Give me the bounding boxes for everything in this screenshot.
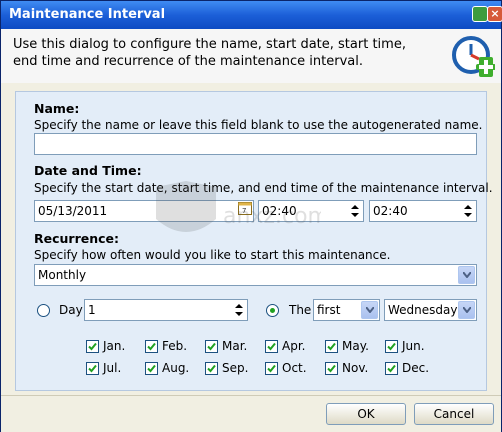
checkbox-mar[interactable] [205, 340, 218, 353]
month-label-feb: Feb. [162, 339, 188, 353]
recurrence-selected-value: Monthly [38, 268, 87, 282]
month-label-oct: Oct. [282, 361, 307, 375]
recurrence-dropdown[interactable]: Monthly [34, 264, 477, 286]
month-label-dec: Dec. [402, 361, 430, 375]
day-spinner-icon[interactable] [233, 302, 245, 318]
end-time-field[interactable]: 02:40 [369, 200, 477, 222]
checkbox-nov[interactable] [325, 362, 338, 375]
checkbox-jan[interactable] [86, 340, 99, 353]
month-label-jul: Jul. [103, 361, 122, 375]
day-number-field[interactable]: 1 [84, 299, 248, 321]
dialog-footer: OK Cancel [1, 395, 501, 432]
ok-button[interactable]: OK [326, 403, 406, 425]
watermark-logo: anxz.com [156, 181, 321, 232]
month-label-mar: Mar. [222, 339, 248, 353]
dialog-header: Use this dialog to configure the name, s… [1, 29, 501, 83]
start-date-value: 05/13/2011 [38, 204, 108, 218]
title-bar[interactable]: Maintenance Interval × [1, 1, 502, 29]
checkbox-dec[interactable] [385, 362, 398, 375]
end-time-spinner-icon[interactable] [462, 203, 474, 219]
weekday-chevron-down-icon[interactable] [458, 301, 475, 319]
month-label-aug: Aug. [162, 361, 190, 375]
month-label-jun: Jun. [402, 339, 425, 353]
day-radio[interactable] [37, 304, 50, 317]
day-label: Day [59, 303, 83, 317]
month-label-nov: Nov. [342, 361, 369, 375]
the-label: The [289, 303, 312, 317]
recurrence-chevron-down-icon[interactable] [458, 266, 475, 284]
month-label-apr: Apr. [282, 339, 306, 353]
day-number-value: 1 [88, 303, 96, 317]
checkbox-jul[interactable] [86, 362, 99, 375]
checkbox-apr[interactable] [265, 340, 278, 353]
name-help-text: Specify the name or leave this field bla… [34, 118, 483, 132]
checkbox-may[interactable] [325, 340, 338, 353]
weekday-value: Wednesday [388, 303, 458, 317]
recurrence-help-text: Specify how often would you like to star… [34, 248, 391, 262]
start-time-spinner-icon[interactable] [349, 203, 361, 219]
add-schedule-icon [452, 36, 495, 77]
cancel-button[interactable]: Cancel [414, 403, 494, 425]
ordinal-dropdown[interactable]: first [313, 299, 380, 321]
recurrence-heading: Recurrence: [34, 231, 120, 246]
month-label-sep: Sep. [222, 361, 249, 375]
end-time-value: 02:40 [373, 204, 408, 218]
window-title: Maintenance Interval [9, 7, 166, 22]
weekday-dropdown[interactable]: Wednesday [384, 299, 477, 321]
checkbox-jun[interactable] [385, 340, 398, 353]
name-heading: Name: [34, 101, 80, 116]
watermark-text: anxz.com [223, 204, 321, 229]
month-label-jan: Jan. [103, 339, 126, 353]
close-icon[interactable]: × [487, 6, 502, 22]
maintenance-interval-dialog: Maintenance Interval × Use this dialog t… [0, 0, 502, 432]
help-icon[interactable] [472, 6, 488, 22]
datetime-heading: Date and Time: [34, 163, 142, 178]
ordinal-value: first [317, 303, 341, 317]
checkbox-sep[interactable] [205, 362, 218, 375]
the-radio[interactable] [266, 304, 279, 317]
ordinal-chevron-down-icon[interactable] [361, 301, 378, 319]
month-label-may: May. [342, 339, 369, 353]
dialog-description: Use this dialog to configure the name, s… [13, 37, 406, 69]
name-field[interactable] [34, 133, 477, 155]
checkbox-oct[interactable] [265, 362, 278, 375]
checkbox-aug[interactable] [145, 362, 158, 375]
checkbox-feb[interactable] [145, 340, 158, 353]
